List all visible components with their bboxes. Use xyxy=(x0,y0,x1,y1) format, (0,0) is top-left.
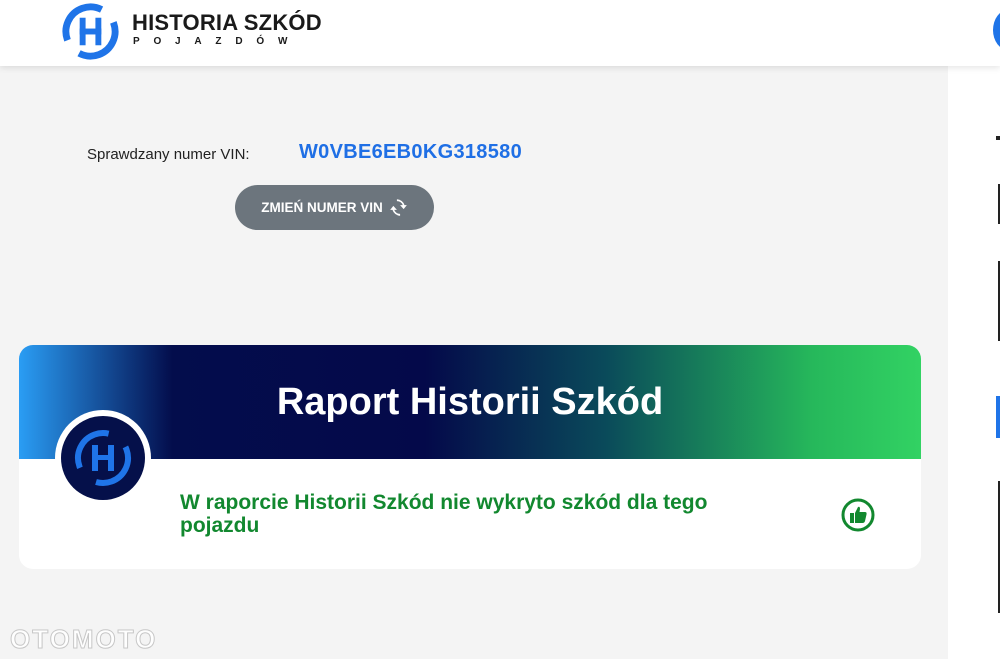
watermark-text: OTOMOTO xyxy=(9,624,158,655)
report-title: Raport Historii Szkód xyxy=(276,381,664,423)
logo-icon[interactable] xyxy=(61,2,120,61)
report-result: W raporcie Historii Szkód nie wykryto sz… xyxy=(180,491,708,537)
change-vin-label: ZMIEŃ NUMER VIN xyxy=(261,200,383,215)
vin-label: Sprawdzany numer VIN: xyxy=(87,146,250,163)
logo-subtitle: POJAZDÓW xyxy=(133,36,302,47)
change-vin-button[interactable]: ZMIEŃ NUMER VIN xyxy=(235,185,434,230)
thumbs-up-icon xyxy=(841,498,875,532)
side-panel xyxy=(948,66,1000,659)
user-avatar[interactable] xyxy=(993,10,1000,50)
logo-title: HISTORIA SZKÓD xyxy=(132,10,322,35)
refresh-icon xyxy=(389,199,407,216)
top-bar: HISTORIA SZKÓD POJAZDÓW xyxy=(0,0,1000,66)
vin-number: W0VBE6EB0KG318580 xyxy=(299,141,522,163)
logo-badge-icon xyxy=(75,430,131,486)
report-badge xyxy=(55,410,151,506)
